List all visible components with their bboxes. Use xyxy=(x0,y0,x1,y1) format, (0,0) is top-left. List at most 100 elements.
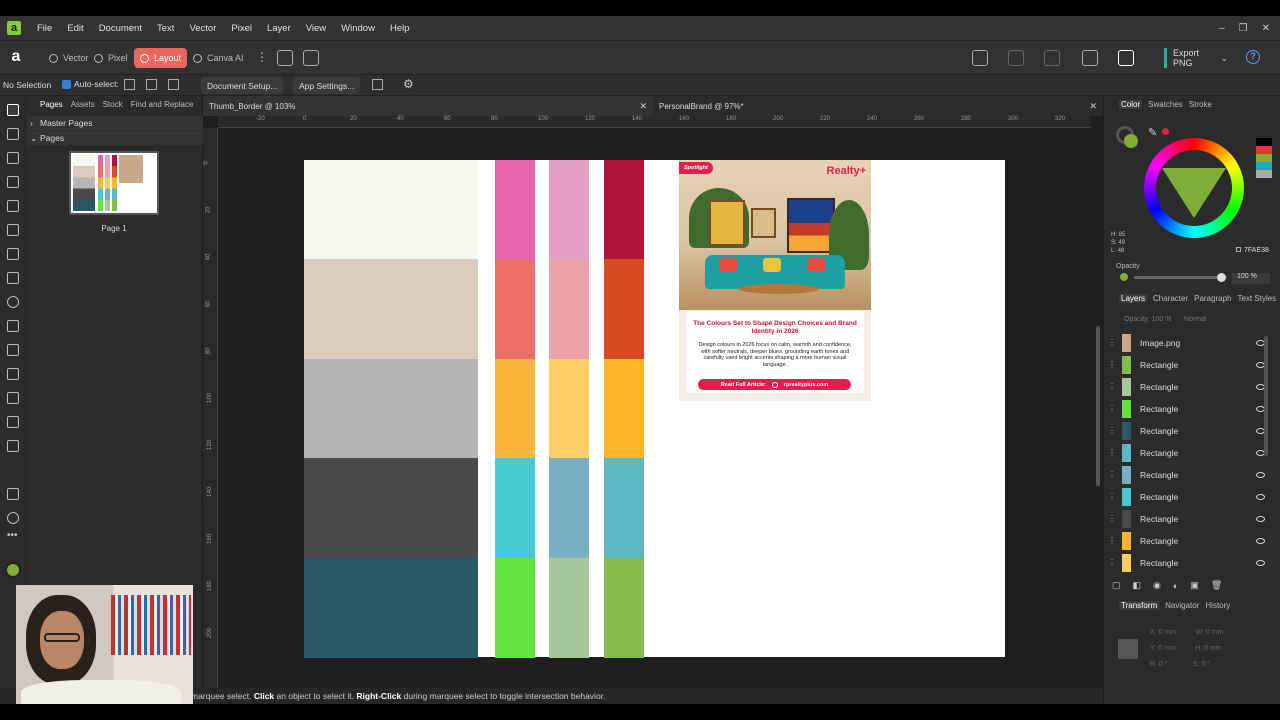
drag-handle-icon[interactable]: ⋮ xyxy=(1108,426,1116,435)
menu-text[interactable]: Text xyxy=(157,23,174,34)
color-triangle[interactable] xyxy=(1162,168,1226,218)
menu-view[interactable]: View xyxy=(306,23,326,34)
delete-icon[interactable]: 🗑 xyxy=(1211,580,1222,591)
grid-icon[interactable] xyxy=(303,50,319,66)
eyedropper-icon[interactable]: ✎ xyxy=(1148,126,1157,139)
flip-icon[interactable] xyxy=(1044,50,1060,66)
color-swatch-rect[interactable] xyxy=(604,160,644,260)
poster-image[interactable]: Spotlight Realty+ The Colours Set to Sha… xyxy=(679,160,871,401)
menu-edit[interactable]: Edit xyxy=(67,23,83,34)
tab-navigator[interactable]: Navigator xyxy=(1165,601,1199,610)
tab-find-replace[interactable]: Find and Replace xyxy=(131,100,194,109)
color-swatch-rect[interactable] xyxy=(604,458,644,559)
align-icon[interactable] xyxy=(1008,50,1024,66)
tab-paragraph[interactable]: Paragraph xyxy=(1194,294,1231,303)
group-icon[interactable]: ▣ xyxy=(1190,580,1199,591)
tab-assets[interactable]: Assets xyxy=(71,100,95,109)
tab-color[interactable]: Color xyxy=(1119,100,1143,109)
persona-vector[interactable]: Vector xyxy=(43,48,95,68)
layer-row[interactable]: ⋮ Rectangle xyxy=(1104,508,1280,530)
tab-pages[interactable]: Pages xyxy=(40,100,63,109)
w-field[interactable]: W: 0 mm xyxy=(1196,629,1224,636)
color-swatch-rect[interactable] xyxy=(495,557,535,658)
pages-section[interactable]: ⌄ Pages xyxy=(26,131,203,145)
fx-icon[interactable]: ◉ xyxy=(1153,580,1161,591)
anchor-icon[interactable] xyxy=(1118,639,1138,659)
select-mode-icon[interactable] xyxy=(124,79,135,90)
color-picker-tool-icon[interactable] xyxy=(7,440,19,452)
rectangle-tool-icon[interactable] xyxy=(7,248,19,260)
more-tools-icon[interactable]: ••• xyxy=(7,530,18,541)
drag-handle-icon[interactable]: ⋮ xyxy=(1108,470,1116,479)
persona-pixel[interactable]: Pixel xyxy=(88,48,134,68)
drag-handle-icon[interactable]: ⋮ xyxy=(1108,360,1116,369)
fill-color-swatch[interactable] xyxy=(5,562,21,578)
color-swatch-rect[interactable] xyxy=(304,259,478,360)
help-icon[interactable]: ? xyxy=(1246,50,1260,64)
artboard-tool-icon[interactable] xyxy=(7,344,19,356)
app-settings-button[interactable]: App Settings... xyxy=(293,77,361,94)
more-options-icon[interactable]: ⋮ xyxy=(256,50,268,64)
layer-row[interactable]: ⋮ Rectangle xyxy=(1104,398,1280,420)
color-swatch-rect[interactable] xyxy=(549,557,589,658)
visibility-eye-icon[interactable] xyxy=(1256,516,1265,522)
table-tool-icon[interactable] xyxy=(7,176,19,188)
hand-tool-icon[interactable] xyxy=(7,488,19,500)
gear-icon[interactable]: ⚙ xyxy=(403,77,414,91)
document-setup-button[interactable]: Document Setup... xyxy=(201,77,284,94)
rotation-field[interactable]: R: 0 ° xyxy=(1150,661,1168,668)
snapping-icon[interactable] xyxy=(972,50,988,66)
grid-settings-icon[interactable] xyxy=(372,79,383,90)
layer-row[interactable]: ⋮ Image.png xyxy=(1104,332,1280,354)
color-swatch-rect[interactable] xyxy=(549,458,589,559)
artboard[interactable]: Spotlight Realty+ The Colours Set to Sha… xyxy=(304,160,1005,658)
layer-row[interactable]: ⋮ Rectangle xyxy=(1104,486,1280,508)
node-tool-icon[interactable] xyxy=(7,128,19,140)
layer-row[interactable]: ⋮ Rectangle xyxy=(1104,530,1280,552)
drag-handle-icon[interactable]: ⋮ xyxy=(1108,558,1116,567)
tab-stroke[interactable]: Stroke xyxy=(1189,100,1212,109)
drag-handle-icon[interactable]: ⋮ xyxy=(1108,448,1116,457)
picture-frame-tool-icon[interactable] xyxy=(7,272,19,284)
maximize-icon[interactable]: ❐ xyxy=(1239,23,1248,34)
layer-row[interactable]: ⋮ Rectangle xyxy=(1104,354,1280,376)
color-swatch-rect[interactable] xyxy=(495,160,535,260)
color-swatch-rect[interactable] xyxy=(604,557,644,658)
opacity-slider[interactable] xyxy=(1134,273,1226,282)
zoom-tool-icon[interactable] xyxy=(7,512,19,524)
move-tool-icon[interactable] xyxy=(7,104,19,116)
intersect-mode-icon[interactable] xyxy=(146,79,157,90)
drag-handle-icon[interactable]: ⋮ xyxy=(1108,514,1116,523)
drag-handle-icon[interactable]: ⋮ xyxy=(1108,382,1116,391)
blend-mode-select[interactable]: Normal xyxy=(1184,316,1207,323)
copy-mode-icon[interactable] xyxy=(168,79,179,90)
tab-history[interactable]: History xyxy=(1205,601,1230,610)
layer-row[interactable]: ⋮ Rectangle xyxy=(1104,376,1280,398)
h-field[interactable]: H: 0 mm xyxy=(1195,645,1221,652)
export-button[interactable]: Export PNG ⌄ xyxy=(1164,48,1228,68)
edit-layer-icon[interactable]: ▢ xyxy=(1112,580,1121,591)
visibility-eye-icon[interactable] xyxy=(1256,538,1265,544)
adjustment-icon[interactable]: ◐ xyxy=(1173,581,1178,591)
drag-handle-icon[interactable]: ⋮ xyxy=(1108,404,1116,413)
pen-tool-icon[interactable] xyxy=(7,224,19,236)
persona-canva-ai[interactable]: Canva AI xyxy=(187,48,250,68)
close-icon[interactable]: ✕ xyxy=(639,101,647,112)
shear-field[interactable]: S: 0 ° xyxy=(1193,661,1210,668)
menu-vector[interactable]: Vector xyxy=(189,23,216,34)
swatch-strip[interactable] xyxy=(1256,138,1272,178)
color-swatch-rect[interactable] xyxy=(495,259,535,360)
minimize-icon[interactable]: – xyxy=(1219,23,1225,34)
layer-row[interactable]: ⋮ Rectangle xyxy=(1104,552,1280,574)
color-swatch-rect[interactable] xyxy=(604,259,644,360)
layer-opacity[interactable]: Opacity: 100 % xyxy=(1124,316,1171,323)
visibility-eye-icon[interactable] xyxy=(1256,472,1265,478)
color-swatch-rect[interactable] xyxy=(549,259,589,360)
arrange-icon[interactable] xyxy=(1082,50,1098,66)
opacity-slider-handle[interactable] xyxy=(1217,273,1226,282)
layer-row[interactable]: ⋮ Rectangle xyxy=(1104,420,1280,442)
color-swatch-rect[interactable] xyxy=(304,458,478,559)
menu-layer[interactable]: Layer xyxy=(267,23,291,34)
page-thumbnail[interactable] xyxy=(69,151,159,215)
layer-row[interactable]: ⋮ Rectangle xyxy=(1104,464,1280,486)
